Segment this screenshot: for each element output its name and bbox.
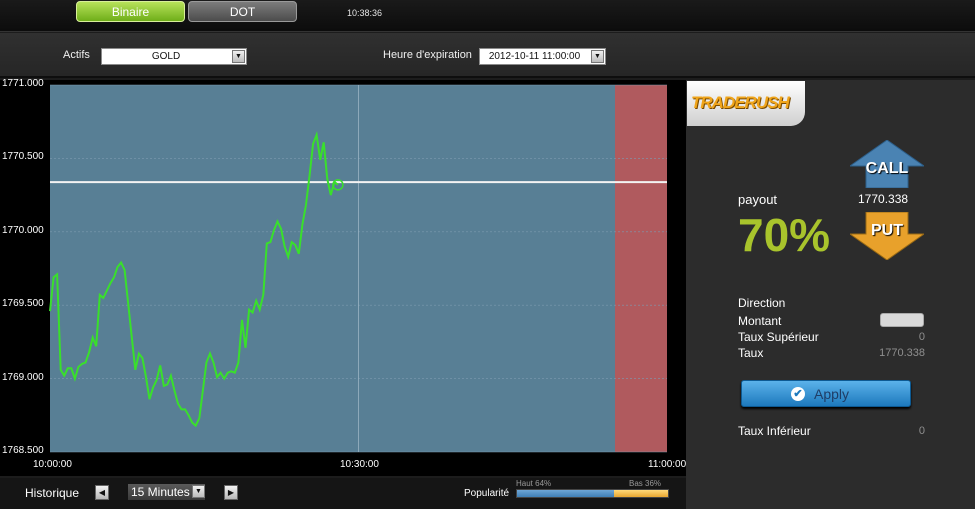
- plot-area: [50, 85, 615, 452]
- history-back-button[interactable]: ◀: [95, 485, 109, 500]
- montant-input[interactable]: [880, 313, 924, 327]
- asset-select[interactable]: GOLD ▼: [101, 48, 247, 65]
- popularity-haut-label: Haut 64%: [516, 479, 552, 488]
- call-label: CALL: [865, 160, 909, 177]
- chart-svg: [49, 84, 667, 453]
- taux-label: Taux: [738, 346, 764, 360]
- popularity-bar: [516, 489, 669, 498]
- taux-inferieur-label: Taux Inférieur: [738, 424, 811, 438]
- y-tick-label: 1768.500: [2, 445, 44, 456]
- expiry-select[interactable]: 2012-10-11 11:00:00 ▼: [479, 48, 606, 65]
- period-value: 15 Minutes: [131, 485, 190, 499]
- y-tick-label: 1770.500: [2, 151, 44, 163]
- expiry-value: 2012-10-11 11:00:00: [488, 51, 581, 62]
- popularity-bas-label: Bas 36%: [629, 479, 662, 488]
- montant-label: Montant: [738, 314, 782, 328]
- tab-binaire[interactable]: Binaire: [76, 1, 185, 22]
- payout-value: 1770.338: [858, 192, 909, 206]
- x-tick-label: 10:00:00: [33, 459, 72, 470]
- history-forward-button[interactable]: ▶: [224, 485, 238, 500]
- asset-value: GOLD: [151, 51, 181, 62]
- call-button[interactable]: CALL: [848, 139, 926, 189]
- popularity-haut-fill: [517, 490, 614, 497]
- x-tick-label: 11:00:00: [648, 459, 687, 470]
- traderush-logo: TRADERUSH: [687, 81, 805, 126]
- top-bar: Binaire DOT 10:38:36: [0, 0, 975, 32]
- chevron-down-icon[interactable]: ▼: [192, 485, 205, 498]
- expiry-label: Heure d'expiration: [383, 49, 472, 61]
- x-tick-label: 10:30:00: [340, 459, 379, 470]
- y-tick-label: 1769.000: [2, 371, 44, 383]
- y-tick-label: 1771.000: [2, 78, 44, 89]
- trade-panel: [686, 80, 975, 509]
- logo-text: TRADERUSH: [691, 93, 790, 112]
- clock: 10:38:36: [347, 8, 383, 18]
- chevron-down-icon[interactable]: ▼: [232, 50, 245, 63]
- taux-superieur-label: Taux Supérieur: [738, 330, 819, 344]
- y-tick-label: 1769.500: [2, 298, 44, 310]
- put-button[interactable]: PUT: [848, 211, 926, 261]
- chevron-down-icon[interactable]: ▼: [591, 50, 604, 63]
- price-chart[interactable]: [0, 80, 686, 476]
- popularity-label: Popularité: [464, 488, 510, 499]
- period-select[interactable]: 15 Minutes ▼: [128, 484, 205, 500]
- payout-percent: 70%: [738, 209, 831, 261]
- asset-row: Actifs GOLD ▼ Heure d'expiration 2012-10…: [0, 33, 975, 78]
- apply-label: Apply: [814, 386, 850, 402]
- payout-label: payout: [738, 192, 778, 207]
- taux-value: 1770.338: [879, 347, 925, 359]
- put-label: PUT: [871, 222, 903, 239]
- history-label: Historique: [25, 486, 80, 500]
- popularity-bas-fill: [613, 490, 668, 497]
- apply-button[interactable]: ✔ Apply: [741, 380, 911, 407]
- taux-inferieur-value: 0: [918, 425, 925, 437]
- taux-superieur-value: 0: [918, 331, 925, 343]
- check-icon: ✔: [791, 387, 805, 401]
- asset-label: Actifs: [63, 49, 90, 61]
- direction-label: Direction: [738, 296, 786, 310]
- tab-dot[interactable]: DOT: [188, 1, 297, 22]
- expiry-zone: [615, 85, 667, 452]
- y-tick-label: 1770.000: [2, 224, 44, 236]
